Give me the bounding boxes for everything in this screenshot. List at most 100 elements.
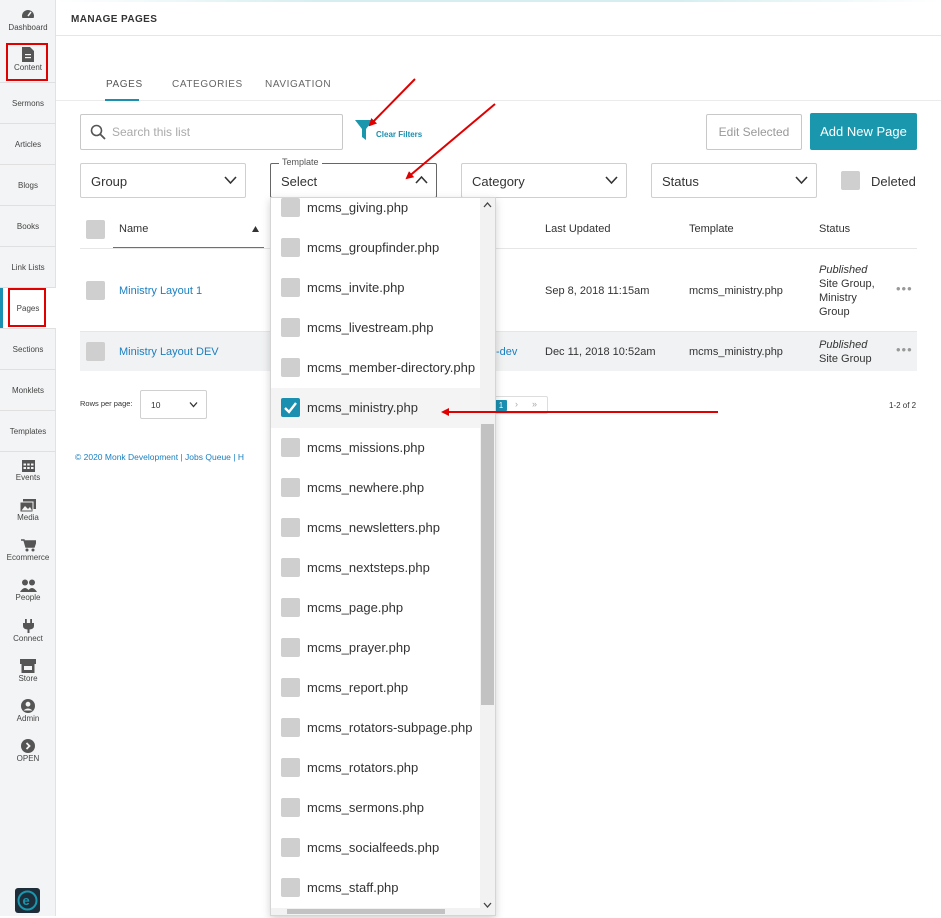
template-option[interactable]: mcms_giving.php: [271, 198, 480, 228]
row-slug-fragment[interactable]: -dev: [496, 346, 517, 358]
search-input[interactable]: [112, 123, 332, 141]
template-option[interactable]: mcms_prayer.php: [271, 628, 480, 668]
template-option[interactable]: mcms_newsletters.php: [271, 508, 480, 548]
select-all-checkbox[interactable]: [86, 220, 105, 239]
checkbox[interactable]: [281, 358, 300, 377]
sidebar-item-label: Admin: [16, 714, 40, 723]
checkbox[interactable]: [281, 758, 300, 777]
checkbox-checked[interactable]: [281, 398, 300, 417]
template-option[interactable]: mcms_staff.php: [271, 868, 480, 908]
checkbox[interactable]: [281, 878, 300, 897]
column-header-template[interactable]: Template: [689, 223, 734, 235]
checkbox[interactable]: [281, 678, 300, 697]
e-logo[interactable]: e: [15, 888, 40, 913]
sidebar-item-open[interactable]: OPEN: [0, 739, 56, 763]
sidebar-item-sermons[interactable]: Sermons: [0, 83, 56, 124]
column-header-name[interactable]: Name: [119, 223, 148, 235]
checkbox[interactable]: [281, 438, 300, 457]
sidebar-item-events[interactable]: Events: [0, 459, 56, 482]
checkbox[interactable]: [281, 838, 300, 857]
category-select[interactable]: Category: [461, 163, 627, 198]
scroll-up-icon[interactable]: [483, 202, 492, 208]
row-status: Published Site Group, Ministry Group: [819, 263, 875, 319]
sidebar-item-store[interactable]: Store: [0, 659, 56, 683]
add-new-page-button[interactable]: Add New Page: [810, 113, 917, 150]
template-option[interactable]: mcms_newhere.php: [271, 468, 480, 508]
template-option[interactable]: mcms_missions.php: [271, 428, 480, 468]
template-option-label: mcms_prayer.php: [307, 640, 411, 655]
rows-per-page-label: Rows per page:: [80, 399, 133, 408]
checkbox[interactable]: [281, 558, 300, 577]
checkbox[interactable]: [281, 198, 300, 217]
template-option[interactable]: mcms_rotators.php: [271, 748, 480, 788]
scrollbar-thumb[interactable]: [481, 424, 494, 705]
checkbox[interactable]: [281, 638, 300, 657]
template-option[interactable]: mcms_nextsteps.php: [271, 548, 480, 588]
template-option[interactable]: mcms_rotators-subpage.php: [271, 708, 480, 748]
column-header-status[interactable]: Status: [819, 223, 850, 235]
row-actions-menu[interactable]: •••: [896, 281, 913, 296]
sort-ascending-icon[interactable]: [252, 226, 259, 232]
sidebar-item-books[interactable]: Books: [0, 206, 56, 247]
sidebar-item-label: OPEN: [16, 754, 40, 763]
sidebar-item-label: Sermons: [11, 98, 44, 108]
template-option[interactable]: mcms_ministry.php: [271, 388, 480, 428]
sidebar-item-templates[interactable]: Templates: [0, 411, 56, 452]
sidebar-item-dashboard[interactable]: Dashboard: [0, 8, 56, 32]
next-page-icon[interactable]: ›: [515, 399, 518, 409]
status-group: Group: [819, 306, 850, 318]
dropdown-horizontal-scrollbar[interactable]: [271, 908, 480, 915]
checkbox[interactable]: [281, 318, 300, 337]
sidebar-item-ecommerce[interactable]: Ecommerce: [0, 539, 56, 562]
sidebar-item-monklets[interactable]: Monklets: [0, 370, 56, 411]
checkbox[interactable]: [281, 718, 300, 737]
row-name-link[interactable]: Ministry Layout DEV: [119, 346, 219, 358]
clear-filters-button[interactable]: Clear Filters: [355, 119, 422, 141]
sidebar-item-people[interactable]: People: [0, 579, 56, 602]
row-name-link[interactable]: Ministry Layout 1: [119, 285, 202, 297]
template-option[interactable]: mcms_member-directory.php: [271, 348, 480, 388]
row-checkbox[interactable]: [86, 281, 105, 300]
scrollbar-thumb[interactable]: [287, 909, 445, 914]
group-select[interactable]: Group: [80, 163, 246, 198]
sidebar-item-link-lists[interactable]: Link Lists: [0, 247, 56, 288]
tab-navigation[interactable]: NAVIGATION: [265, 79, 331, 90]
row-checkbox[interactable]: [86, 342, 105, 361]
last-page-icon[interactable]: »: [532, 399, 537, 409]
scroll-down-icon[interactable]: [483, 902, 492, 908]
template-option[interactable]: mcms_report.php: [271, 668, 480, 708]
deleted-checkbox[interactable]: [841, 171, 860, 190]
page-number-current[interactable]: 1: [495, 400, 507, 411]
template-select[interactable]: Template Select: [270, 157, 437, 198]
sidebar-item-connect[interactable]: Connect: [0, 619, 56, 643]
template-option[interactable]: mcms_groupfinder.php: [271, 228, 480, 268]
tab-pages[interactable]: PAGES: [106, 79, 143, 90]
template-option[interactable]: mcms_page.php: [271, 588, 480, 628]
sidebar-item-admin[interactable]: Admin: [0, 699, 56, 723]
tab-categories[interactable]: CATEGORIES: [172, 79, 243, 90]
checkbox[interactable]: [281, 798, 300, 817]
sidebar-item-blogs[interactable]: Blogs: [0, 165, 56, 206]
sidebar-item-media[interactable]: Media: [0, 499, 56, 522]
status-select[interactable]: Status: [651, 163, 817, 198]
pagination-range: 1-2 of 2: [889, 401, 917, 410]
rows-per-page-select[interactable]: 10: [140, 390, 207, 419]
edit-selected-button[interactable]: Edit Selected: [706, 114, 802, 150]
template-option[interactable]: mcms_socialfeeds.php: [271, 828, 480, 868]
checkbox[interactable]: [281, 278, 300, 297]
sidebar-item-articles[interactable]: Articles: [0, 124, 56, 165]
sidebar-item-sections[interactable]: Sections: [0, 329, 56, 370]
row-actions-menu[interactable]: •••: [896, 342, 913, 357]
checkbox[interactable]: [281, 238, 300, 257]
dropdown-scrollbar[interactable]: [480, 198, 495, 915]
template-option[interactable]: mcms_sermons.php: [271, 788, 480, 828]
sidebar-item-label: Store: [18, 674, 38, 683]
footer-links[interactable]: © 2020 Monk Development | Jobs Queue | H: [75, 452, 244, 462]
template-option-label: mcms_invite.php: [307, 280, 405, 295]
checkbox[interactable]: [281, 598, 300, 617]
column-header-last-updated[interactable]: Last Updated: [545, 223, 610, 235]
checkbox[interactable]: [281, 518, 300, 537]
template-option[interactable]: mcms_invite.php: [271, 268, 480, 308]
checkbox[interactable]: [281, 478, 300, 497]
template-option[interactable]: mcms_livestream.php: [271, 308, 480, 348]
